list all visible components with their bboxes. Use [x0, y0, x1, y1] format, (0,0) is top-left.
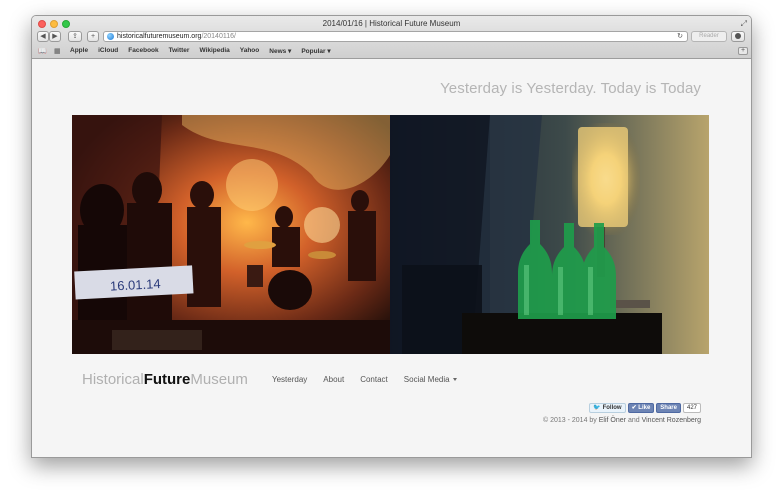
nav-contact[interactable]: Contact [360, 375, 388, 384]
reading-list-icon[interactable]: 📖 [38, 47, 47, 55]
bookmark-popular[interactable]: Popular ▾ [301, 47, 330, 55]
nav-yesterday[interactable]: Yesterday [272, 375, 307, 384]
globe-icon [107, 33, 114, 40]
social-buttons: 🐦 Follow ✔ Like Share 427 [589, 403, 701, 413]
add-bookmark-button[interactable]: + [738, 47, 748, 55]
bookmarks-bar: 📖 ▦ Apple iCloud Facebook Twitter Wikipe… [32, 46, 751, 57]
forward-button[interactable]: ▶ [49, 31, 61, 42]
hero-photo: 16.01.14 [72, 115, 709, 354]
author-link-2[interactable]: Vincent Rozenberg [642, 417, 701, 424]
share-page-button[interactable]: ⇪ [68, 31, 82, 42]
facebook-share-button[interactable]: Share [656, 403, 681, 413]
copyright-text: © 2013 - 2014 by Elif Öner and Vincent R… [543, 417, 701, 424]
bookmark-wikipedia[interactable]: Wikipedia [199, 47, 229, 55]
share-count: 427 [682, 403, 701, 413]
fullscreen-icon[interactable]: ⤢ [741, 19, 747, 29]
site-tagline: Yesterday is Yesterday. Today is Today [440, 80, 701, 97]
reload-icon[interactable]: ↻ [677, 32, 683, 42]
author-link-1[interactable]: Elif Öner [599, 417, 626, 424]
download-icon [735, 33, 741, 39]
bookmark-list: Apple iCloud Facebook Twitter Wikipedia … [70, 47, 331, 55]
bookmark-apple[interactable]: Apple [70, 47, 88, 55]
bookmark-twitter[interactable]: Twitter [169, 47, 190, 55]
page-content: Yesterday is Yesterday. Today is Today 1… [32, 59, 751, 457]
downloads-button[interactable] [731, 31, 745, 42]
site-logo[interactable]: HistoricalFutureMuseum [82, 371, 248, 388]
new-tab-button[interactable]: + [87, 31, 99, 42]
nav-about[interactable]: About [323, 375, 344, 384]
twitter-bird-icon: 🐦 [593, 405, 601, 411]
caret-down-icon [452, 378, 457, 382]
bookmark-icloud[interactable]: iCloud [98, 47, 118, 55]
bookmark-news[interactable]: News ▾ [269, 47, 291, 55]
bookmark-yahoo[interactable]: Yahoo [240, 47, 260, 55]
twitter-follow-button[interactable]: 🐦 Follow [589, 403, 626, 413]
browser-window: 2014/01/16 | Historical Future Museum ⤢ … [31, 15, 752, 458]
facebook-like-button[interactable]: ✔ Like [627, 403, 655, 413]
main-nav: Yesterday About Contact Social Media [272, 375, 457, 384]
address-bar[interactable]: historicalfuturemuseum.org/20140116/ ↻ [103, 31, 688, 42]
url-text: historicalfuturemuseum.org/20140116/ [117, 33, 236, 40]
top-sites-icon[interactable]: ▦ [54, 47, 61, 55]
reader-button[interactable]: Reader [691, 31, 727, 42]
nav-social-media[interactable]: Social Media [404, 375, 457, 384]
handwritten-note: 16.01.14 [110, 276, 161, 294]
window-title: 2014/01/16 | Historical Future Museum [322, 19, 461, 28]
back-button[interactable]: ◀ [37, 31, 49, 42]
bookmark-facebook[interactable]: Facebook [128, 47, 158, 55]
browser-toolbar: 2014/01/16 | Historical Future Museum ⤢ … [32, 16, 751, 59]
